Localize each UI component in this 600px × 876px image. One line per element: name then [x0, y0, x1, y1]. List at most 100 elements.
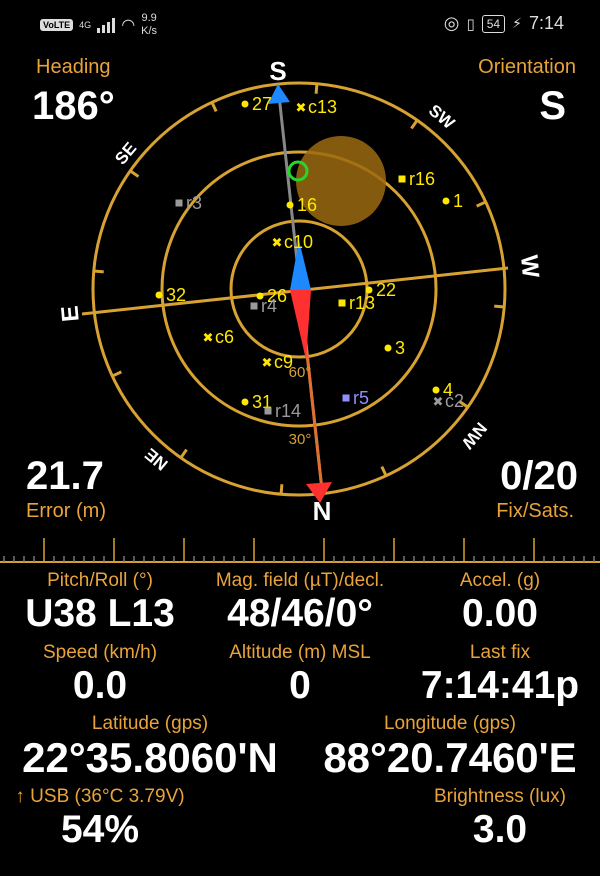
accel-value: 0.00 — [462, 592, 538, 635]
speed-label: Speed (km/h) — [42, 642, 158, 663]
mag-field-cell: Mag. field (µT)/decl. 48/46/0° — [195, 570, 405, 636]
last-fix-label: Last fix — [469, 642, 531, 663]
satellite-marker — [384, 344, 392, 352]
clock: 7:14 — [528, 13, 564, 33]
satellite-c2: ✖ c2 — [433, 391, 464, 411]
brightness-label: Brightness (lux) — [434, 786, 566, 807]
satellite-label: 3 — [395, 338, 405, 358]
satellite-3: 3 — [384, 338, 405, 358]
altitude-cell: Altitude (m) MSL 0 — [195, 642, 405, 708]
satellite-label: r4 — [261, 296, 277, 316]
satellite-label: r5 — [353, 388, 369, 408]
satellite-label: c13 — [308, 97, 337, 117]
accel-cell: Accel. (g) 0.00 — [400, 570, 600, 636]
speed-cell: Speed (km/h) 0.0 — [0, 642, 200, 708]
satellite-marker — [175, 199, 183, 207]
satellite-marker — [432, 386, 440, 394]
satellite-marker — [442, 197, 450, 205]
speed-value: 0.0 — [72, 664, 128, 707]
latitude-value: 22°35.8060'N — [22, 734, 278, 781]
network-type: 4G — [79, 19, 92, 30]
vibrate-icon: ▯ — [466, 15, 475, 33]
signal-strength-strip — [0, 538, 600, 563]
satellite-27: 27 — [241, 94, 272, 114]
longitude-value: 88°20.7460'E — [323, 734, 577, 781]
elevation-30-label: 30° — [289, 431, 312, 448]
ring-tick — [111, 370, 122, 378]
ring-tick — [210, 101, 218, 112]
cardinal-w: W — [515, 254, 544, 279]
ring-tick — [476, 200, 487, 208]
latitude-label: Latitude (gps) — [91, 713, 209, 734]
ring-tick — [93, 269, 104, 274]
cardinal-nw: NW — [457, 419, 490, 454]
brightness-value: 3.0 — [472, 808, 528, 851]
satellite-marker — [250, 302, 258, 310]
charging-icon: ⚡ — [512, 15, 522, 31]
location-icon: ◎ — [443, 13, 460, 33]
satellite-r4: r4 — [250, 296, 277, 316]
pitch-roll-value: U38 L13 — [25, 592, 175, 635]
satellite-label: c9 — [274, 352, 293, 372]
ring-tick — [314, 83, 319, 94]
satellite-label: 32 — [166, 285, 186, 305]
satellite-marker — [342, 394, 350, 402]
longitude-cell: Longitude (gps) 88°20.7460'E — [300, 713, 600, 781]
satellite-r13: r13 — [338, 293, 375, 313]
satellite-marker — [264, 407, 272, 415]
ring-tick — [179, 448, 188, 459]
altitude-label: Altitude (m) MSL — [229, 642, 371, 663]
satellite-marker — [241, 398, 249, 406]
satellite-label: r13 — [349, 293, 375, 313]
satellite-label: 1 — [453, 191, 463, 211]
cardinal-s: S — [269, 56, 286, 86]
last-fix-value: 7:14:41p — [420, 664, 580, 707]
satellite-label: r14 — [275, 401, 301, 421]
satellite-marker — [155, 291, 163, 299]
satellite-marker: ✖ — [296, 101, 307, 116]
satellite-c13: ✖ c13 — [296, 97, 337, 117]
signal-icon — [97, 17, 116, 33]
brightness-cell: Brightness (lux) 3.0 — [400, 786, 600, 852]
volte-badge: VoLTE — [40, 19, 74, 31]
satellite-1: 1 — [442, 191, 463, 211]
satellite-marker: ✖ — [433, 395, 444, 410]
satellite-r5: r5 — [342, 388, 369, 408]
satellite-label: r16 — [409, 169, 435, 189]
ring-tick — [279, 484, 284, 495]
ring-tick — [410, 119, 419, 130]
cardinal-n: N — [313, 496, 332, 526]
satellite-32: 32 — [155, 285, 186, 305]
ring-tick — [129, 169, 140, 178]
satellite-marker — [241, 100, 249, 108]
last-fix-cell: Last fix 7:14:41p — [400, 642, 600, 708]
altitude-value: 0 — [289, 664, 311, 707]
mag-field-label: Mag. field (µT)/decl. — [215, 570, 385, 591]
cardinal-e: E — [56, 304, 84, 322]
satellite-marker — [398, 175, 406, 183]
satellite-label: r3 — [186, 193, 202, 213]
battery-cell: ↑ USB (36°C 3.79V) 54% — [0, 786, 200, 852]
satellite-label: c2 — [445, 391, 464, 411]
mag-field-value: 48/46/0° — [227, 592, 373, 635]
satellite-label: 27 — [252, 94, 272, 114]
ring-tick — [380, 466, 388, 477]
satellite-marker: ✖ — [272, 236, 283, 251]
network-speed: 9.9 K/s — [141, 12, 158, 37]
usb-label: ↑ USB (36°C 3.79V) — [15, 786, 185, 807]
longitude-label: Longitude (gps) — [383, 713, 517, 734]
satellite-marker: ✖ — [262, 356, 273, 371]
satellite-label: 22 — [376, 280, 396, 300]
battery-icon: 54 — [481, 14, 506, 33]
satellite-marker — [365, 286, 373, 294]
satellite-marker — [286, 201, 294, 209]
satellite-label: 16 — [297, 195, 317, 215]
satellite-marker — [338, 299, 346, 307]
sky-view-compass[interactable]: S N E W SE SW NE NW 60° 30° 27 ✖ c13r161r3… — [0, 40, 600, 530]
satellite-c10: ✖ c10 — [272, 232, 313, 252]
pitch-roll-cell: Pitch/Roll (°) U38 L13 — [0, 570, 200, 636]
satellite-marker: ✖ — [203, 331, 214, 346]
battery-value: 54% — [60, 808, 140, 851]
satellite-label: c6 — [215, 327, 234, 347]
ring-tick — [494, 304, 505, 309]
